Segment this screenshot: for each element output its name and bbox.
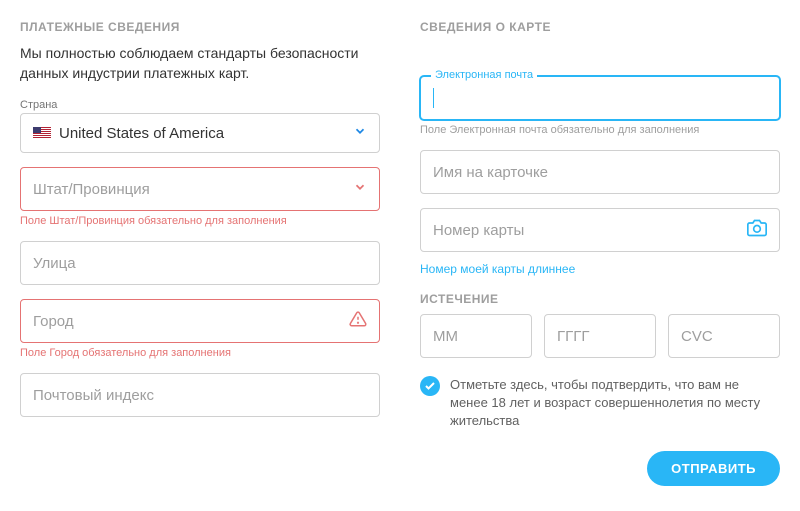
country-label: Страна [20, 99, 380, 111]
email-input[interactable]: Электронная почта [420, 76, 780, 120]
chevron-down-icon [353, 180, 367, 198]
country-field-wrap: Страна United States of America [20, 99, 380, 153]
cardnumber-input[interactable]: Номер карты [420, 208, 780, 252]
age-confirm-checkbox[interactable] [420, 376, 440, 396]
chevron-down-icon [353, 124, 367, 142]
email-label: Электронная почта [431, 69, 537, 81]
email-helper: Поле Электронная почта обязательно для з… [420, 124, 780, 136]
text-caret [433, 88, 434, 108]
street-placeholder: Улица [33, 255, 76, 272]
state-select[interactable]: Штат/Провинция [20, 167, 380, 211]
us-flag-icon [33, 127, 51, 139]
email-field-wrap: Электронная почта Поле Электронная почта… [420, 76, 780, 136]
warning-icon [349, 310, 367, 332]
cardname-field-wrap: Имя на карточке [420, 150, 780, 194]
cardname-input[interactable]: Имя на карточке [420, 150, 780, 194]
payment-subtext: Мы полностью соблюдаем стандарты безопас… [20, 44, 380, 83]
city-error: Поле Город обязательно для заполнения [20, 347, 380, 359]
submit-button[interactable]: ОТПРАВИТЬ [647, 451, 780, 486]
card-details-column: СВЕДЕНИЯ О КАРТЕ Электронная почта Поле … [400, 20, 780, 511]
cvc-input[interactable]: CVC [668, 314, 780, 358]
cardnumber-field-wrap: Номер карты [420, 208, 780, 252]
country-value: United States of America [59, 125, 224, 142]
age-confirm-text: Отметьте здесь, чтобы подтвердить, что в… [450, 376, 780, 431]
street-field-wrap: Улица [20, 241, 380, 285]
payment-title: ПЛАТЕЖНЫЕ СВЕДЕНИЯ [20, 20, 380, 34]
zip-placeholder: Почтовый индекс [33, 387, 154, 404]
city-field-wrap: Город Поле Город обязательно для заполне… [20, 299, 380, 359]
cardnumber-placeholder: Номер карты [433, 222, 524, 239]
age-confirm-row: Отметьте здесь, чтобы подтвердить, что в… [420, 376, 780, 431]
state-placeholder: Штат/Провинция [33, 181, 150, 198]
card-title: СВЕДЕНИЯ О КАРТЕ [420, 20, 780, 34]
zip-input[interactable]: Почтовый индекс [20, 373, 380, 417]
street-input[interactable]: Улица [20, 241, 380, 285]
zip-field-wrap: Почтовый индекс [20, 373, 380, 417]
mm-input[interactable]: MM [420, 314, 532, 358]
state-error: Поле Штат/Провинция обязательно для запо… [20, 215, 380, 227]
payment-details-column: ПЛАТЕЖНЫЕ СВЕДЕНИЯ Мы полностью соблюдае… [20, 20, 400, 511]
expiry-label: ИСТЕЧЕНИЕ [420, 292, 780, 306]
city-placeholder: Город [33, 313, 74, 330]
camera-icon[interactable] [747, 218, 767, 242]
city-input[interactable]: Город [20, 299, 380, 343]
yyyy-input[interactable]: ГГГГ [544, 314, 656, 358]
state-field-wrap: Штат/Провинция Поле Штат/Провинция обяза… [20, 167, 380, 227]
expiry-row: MM ГГГГ CVC [420, 314, 780, 358]
cvc-placeholder: CVC [681, 328, 713, 345]
mm-placeholder: MM [433, 328, 458, 345]
longer-card-link[interactable]: Номер моей карты длиннее [420, 262, 780, 276]
cardname-placeholder: Имя на карточке [433, 164, 548, 181]
yyyy-placeholder: ГГГГ [557, 328, 590, 345]
country-select[interactable]: United States of America [20, 113, 380, 153]
